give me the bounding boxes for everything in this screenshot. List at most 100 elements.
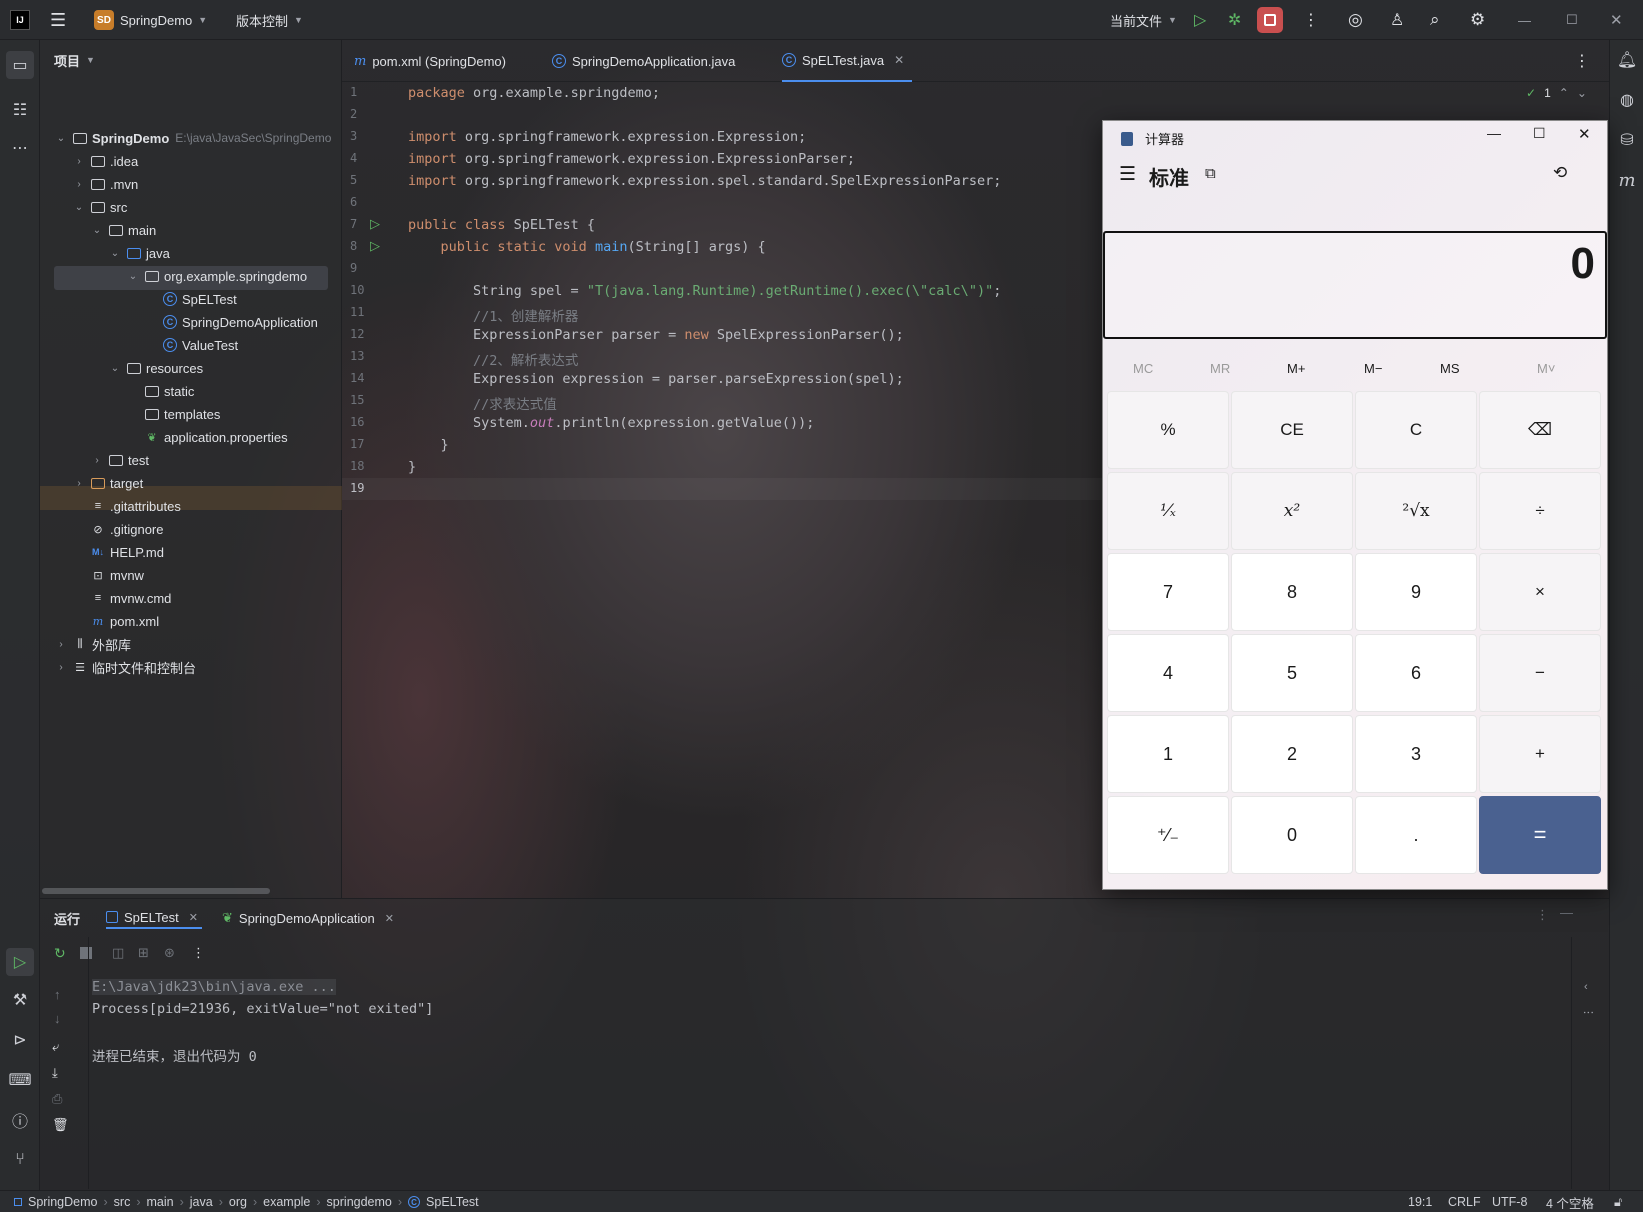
- tree-item-static[interactable]: static: [144, 380, 194, 402]
- digit-4-button[interactable]: 4: [1107, 634, 1229, 712]
- run-gutter-icon[interactable]: ▷: [370, 216, 380, 232]
- digit-6-button[interactable]: 6: [1355, 634, 1477, 712]
- tree-item-test[interactable]: › test: [90, 449, 149, 471]
- hide-panel-icon[interactable]: —: [1560, 905, 1573, 920]
- more-options-icon[interactable]: ⋮: [192, 945, 205, 961]
- square-button[interactable]: x²: [1231, 472, 1353, 550]
- breadcrumb-item[interactable]: SpringDemo: [28, 1195, 97, 1209]
- close-icon[interactable]: ✕: [1578, 125, 1591, 143]
- close-tab-icon[interactable]: ✕: [894, 53, 904, 67]
- stop-button[interactable]: [1257, 7, 1283, 33]
- terminal-icon[interactable]: ⌨: [8, 1070, 31, 1090]
- clear-entry-button[interactable]: CE: [1231, 391, 1353, 469]
- console-command-line[interactable]: E:\Java\jdk23\bin\java.exe ...: [92, 979, 336, 995]
- ai-chat-icon[interactable]: ◍: [1617, 90, 1637, 110]
- maven-icon[interactable]: m: [1617, 170, 1637, 191]
- project-tool-icon[interactable]: ▭: [6, 51, 34, 79]
- minimize-icon[interactable]: —: [1487, 125, 1501, 141]
- memory-list-button[interactable]: M˅: [1537, 361, 1555, 376]
- ai-assistant-icon[interactable]: ◎: [1348, 0, 1363, 40]
- coverage-icon[interactable]: ⊛: [164, 945, 175, 961]
- vcs-menu[interactable]: 版本控制 ▼: [236, 0, 303, 40]
- inspection-widget[interactable]: ✓ 1 ⌃ ⌄: [1526, 86, 1587, 100]
- tree-item-mvnw[interactable]: ⊡ mvnw: [90, 564, 144, 586]
- run-tool-icon[interactable]: ▷: [6, 948, 34, 976]
- notifications-bell-icon[interactable]: 🔔︎: [1617, 50, 1637, 70]
- indent-setting[interactable]: 4 个空格: [1546, 1191, 1594, 1212]
- run-icon[interactable]: ▷: [1194, 0, 1206, 40]
- database-icon[interactable]: ⛁: [1617, 130, 1637, 150]
- rerun-icon[interactable]: ↻: [54, 945, 66, 962]
- stop-icon[interactable]: [80, 947, 92, 959]
- tree-item-java[interactable]: ⌄ java: [108, 242, 170, 264]
- tree-item-mvn[interactable]: › .mvn: [72, 173, 138, 195]
- digit-1-button[interactable]: 1: [1107, 715, 1229, 793]
- debug-icon[interactable]: ✲: [1228, 0, 1241, 40]
- digit-3-button[interactable]: 3: [1355, 715, 1477, 793]
- run-config-selector[interactable]: 当前文件 ▼: [1110, 0, 1177, 40]
- memory-add-button[interactable]: M+: [1287, 361, 1305, 376]
- tree-item-valuetest[interactable]: C ValueTest: [162, 334, 238, 356]
- scroll-down-icon[interactable]: ↓: [54, 1011, 61, 1026]
- print-icon[interactable]: ⎙: [52, 1091, 62, 1107]
- close-tab-icon[interactable]: ✕: [385, 912, 394, 925]
- reciprocal-button[interactable]: ¹⁄ₓ: [1107, 472, 1229, 550]
- breadcrumb-item[interactable]: springdemo: [327, 1195, 392, 1209]
- run-tab-springdemoapplication[interactable]: ❦ SpringDemoApplication ✕: [222, 907, 394, 929]
- horizontal-scrollbar[interactable]: [42, 888, 270, 894]
- digit-5-button[interactable]: 5: [1231, 634, 1353, 712]
- project-panel-header[interactable]: 项目 ▼: [54, 49, 95, 71]
- memory-clear-button[interactable]: MC: [1133, 361, 1153, 376]
- tree-item-external-libraries[interactable]: › ⫼ 外部库: [54, 633, 131, 655]
- tree-item-idea[interactable]: › .idea: [72, 150, 138, 172]
- restore-layout-icon[interactable]: ⊞: [138, 945, 149, 961]
- negate-button[interactable]: ⁺⁄₋: [1107, 796, 1229, 874]
- tree-item-gitignore[interactable]: ⊘ .gitignore: [90, 518, 163, 540]
- breadcrumb-item[interactable]: SpELTest: [426, 1195, 479, 1209]
- breadcrumb-item[interactable]: java: [190, 1195, 213, 1209]
- nav-menu-icon[interactable]: ☰: [1119, 163, 1136, 186]
- memory-recall-button[interactable]: MR: [1210, 361, 1230, 376]
- scroll-up-icon[interactable]: ↑: [54, 987, 61, 1002]
- tab-springdemoapplication[interactable]: C SpringDemoApplication.java: [552, 40, 735, 82]
- percent-button[interactable]: %: [1107, 391, 1229, 469]
- minimize-icon[interactable]: —: [1518, 0, 1531, 40]
- side-panel-collapsed-label[interactable]: ⋮: [1582, 1007, 1595, 1018]
- keep-on-top-icon[interactable]: ⧉: [1205, 165, 1216, 182]
- structure-icon[interactable]: ☷: [10, 100, 30, 120]
- memory-store-button[interactable]: MS: [1440, 361, 1460, 376]
- file-encoding[interactable]: UTF-8: [1492, 1191, 1527, 1212]
- panel-options-icon[interactable]: ⋮: [1536, 907, 1549, 923]
- tree-item-help-md[interactable]: M↓ HELP.md: [90, 541, 164, 563]
- more-tools-icon[interactable]: ⋯: [10, 138, 30, 158]
- tree-item-pom-xml[interactable]: m pom.xml: [90, 610, 159, 632]
- tree-item-mvnw-cmd[interactable]: ≡ mvnw.cmd: [90, 587, 172, 609]
- caret-position[interactable]: 19:1: [1408, 1191, 1432, 1212]
- account-icon[interactable]: ♙: [1390, 0, 1404, 40]
- tree-item-src[interactable]: ⌄ src: [72, 196, 128, 218]
- breadcrumb-item[interactable]: src: [114, 1195, 131, 1209]
- maximize-icon[interactable]: ☐: [1566, 0, 1578, 40]
- clear-button[interactable]: C: [1355, 391, 1477, 469]
- close-tab-icon[interactable]: ✕: [189, 911, 198, 924]
- breadcrumb-item[interactable]: example: [263, 1195, 310, 1209]
- backspace-button[interactable]: ⌫: [1479, 391, 1601, 469]
- build-hammer-icon[interactable]: ⚒: [10, 990, 30, 1010]
- tree-root[interactable]: ⌄ SpringDemo E:\java\JavaSec\SpringDemo: [54, 127, 332, 149]
- tree-item-gitattributes[interactable]: ≡ .gitattributes: [90, 495, 181, 517]
- history-icon[interactable]: ⟲: [1553, 163, 1567, 183]
- digit-2-button[interactable]: 2: [1231, 715, 1353, 793]
- more-actions-icon[interactable]: ⋮: [1303, 0, 1319, 40]
- problems-icon[interactable]: ⓘ: [10, 1110, 30, 1131]
- main-menu-icon[interactable]: ☰: [50, 0, 66, 40]
- project-switcher[interactable]: SD SpringDemo ▼: [94, 0, 207, 40]
- digit-9-button[interactable]: 9: [1355, 553, 1477, 631]
- soft-wrap-icon[interactable]: ⤶: [52, 1039, 59, 1055]
- tree-item-scratches[interactable]: › ☰ 临时文件和控制台: [54, 656, 196, 678]
- run-tab-speltest[interactable]: SpELTest ✕: [106, 907, 202, 929]
- search-icon[interactable]: ⌕: [1430, 0, 1440, 40]
- add-button[interactable]: +: [1479, 715, 1601, 793]
- services-icon[interactable]: ⊳: [10, 1030, 30, 1050]
- tab-pom-xml[interactable]: m pom.xml (SpringDemo): [354, 40, 506, 82]
- divide-button[interactable]: ÷: [1479, 472, 1601, 550]
